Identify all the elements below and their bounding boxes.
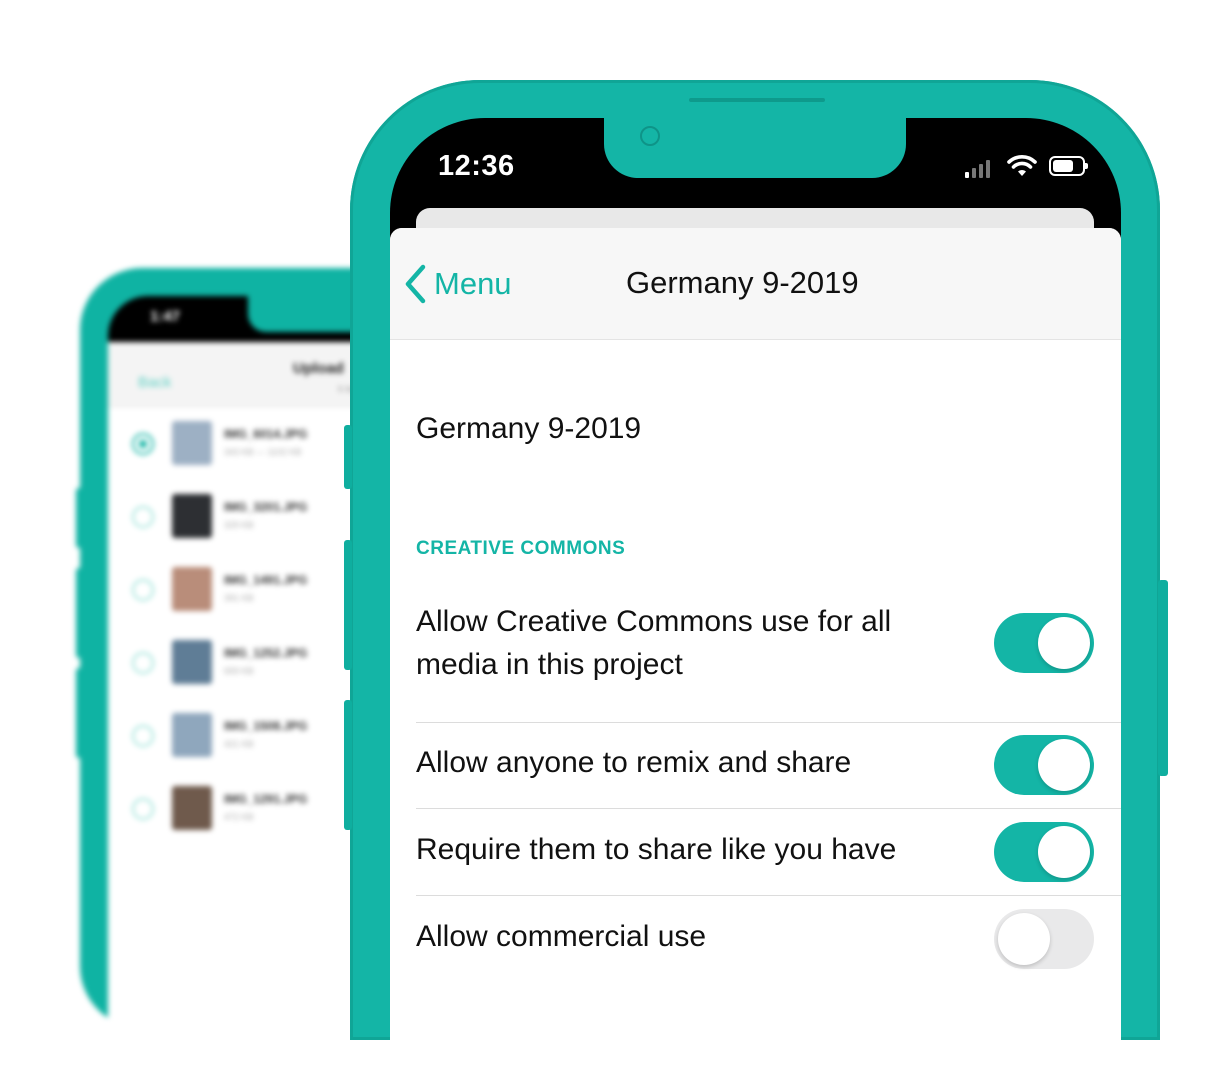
camera-icon <box>640 126 660 146</box>
nav-title: Upload <box>293 360 344 377</box>
radio-button[interactable] <box>132 579 154 601</box>
file-size: 659 KB <box>224 666 254 676</box>
radio-button[interactable] <box>132 725 154 747</box>
file-name: IMG_1252.JPG <box>224 646 308 660</box>
section-header-creative-commons: CREATIVE COMMONS <box>416 538 626 559</box>
setting-label: Require them to share like you have <box>416 828 896 871</box>
setting-row: Require them to share like you have <box>416 808 1121 896</box>
toggle-knob <box>998 913 1050 965</box>
file-name: IMG_6014.JPG <box>224 427 308 441</box>
side-button <box>76 668 82 758</box>
photo-thumbnail <box>172 567 212 611</box>
toggle-knob <box>1038 826 1090 878</box>
photo-thumbnail <box>172 494 212 538</box>
file-name: IMG_1508.JPG <box>224 719 308 733</box>
nav-title: Germany 9-2019 <box>626 265 859 300</box>
file-size: 421 KB <box>224 739 254 749</box>
menu-back-button[interactable]: Menu <box>402 262 512 306</box>
file-name: IMG_1291.JPG <box>224 792 308 806</box>
side-button <box>344 700 352 830</box>
battery-icon <box>1049 156 1088 176</box>
signal-icon <box>965 160 995 178</box>
toggle-switch[interactable] <box>994 822 1094 882</box>
file-name: IMG_1491.JPG <box>224 573 308 587</box>
menu-back-label: Menu <box>434 266 512 301</box>
radio-button[interactable] <box>132 798 154 820</box>
file-name: IMG_3201.JPG <box>224 500 308 514</box>
setting-label-line: media in this project <box>416 648 683 681</box>
toggle-switch[interactable] <box>994 613 1094 673</box>
setting-row: Allow anyone to remix and share <box>416 721 1121 809</box>
chevron-left-icon <box>405 264 426 304</box>
toggle-switch[interactable] <box>994 735 1094 795</box>
setting-row: Allow commercial use <box>416 895 1121 982</box>
setting-label: Allow Creative Commons use for all media … <box>416 600 891 686</box>
radio-button[interactable] <box>132 652 154 674</box>
foreground-phone: 12:36 Menu Germany 9-2019 Germany 9-2019… <box>344 80 1168 1078</box>
project-settings-sheet: Menu Germany 9-2019 Germany 9-2019 CREAT… <box>390 228 1121 1078</box>
setting-label: Allow commercial use <box>416 915 706 958</box>
setting-label: Allow anyone to remix and share <box>416 741 851 784</box>
nav-bar: Menu Germany 9-2019 <box>390 228 1121 340</box>
setting-label-line: Require them to share like you have <box>416 833 897 866</box>
file-size: 391 KB <box>224 593 254 603</box>
status-time: 1:47 <box>150 308 181 325</box>
power-button <box>1158 580 1168 776</box>
file-size: 329 KB <box>224 520 254 530</box>
radio-button[interactable] <box>132 433 154 455</box>
status-time: 12:36 <box>438 150 515 182</box>
photo-thumbnail <box>172 640 212 684</box>
project-name-field[interactable]: Germany 9-2019 <box>416 412 641 446</box>
file-size: 472 KB <box>224 812 254 822</box>
notch <box>604 118 906 178</box>
radio-button[interactable] <box>132 506 154 528</box>
photo-thumbnail <box>172 713 212 757</box>
photo-thumbnail <box>172 421 212 465</box>
toggle-switch[interactable] <box>994 909 1094 969</box>
phone-screen: 12:36 Menu Germany 9-2019 Germany 9-2019… <box>390 118 1121 1078</box>
setting-row: Allow Creative Commons use for all media … <box>416 590 1121 723</box>
setting-label-line: Allow Creative Commons use for all <box>416 605 892 638</box>
photo-thumbnail <box>172 786 212 830</box>
side-button <box>76 568 82 658</box>
wifi-icon <box>1007 155 1037 176</box>
toggle-knob <box>1038 617 1090 669</box>
file-size: 343 KB — 1102 KB <box>224 447 302 457</box>
back-button[interactable]: Back <box>138 374 171 391</box>
speaker-slot <box>689 98 825 102</box>
side-button <box>344 540 352 670</box>
setting-label-line: Allow anyone to remix and share <box>416 746 852 779</box>
side-button <box>344 425 352 489</box>
toggle-knob <box>1038 739 1090 791</box>
side-button <box>76 488 82 548</box>
setting-label-line: Allow commercial use <box>416 920 707 953</box>
